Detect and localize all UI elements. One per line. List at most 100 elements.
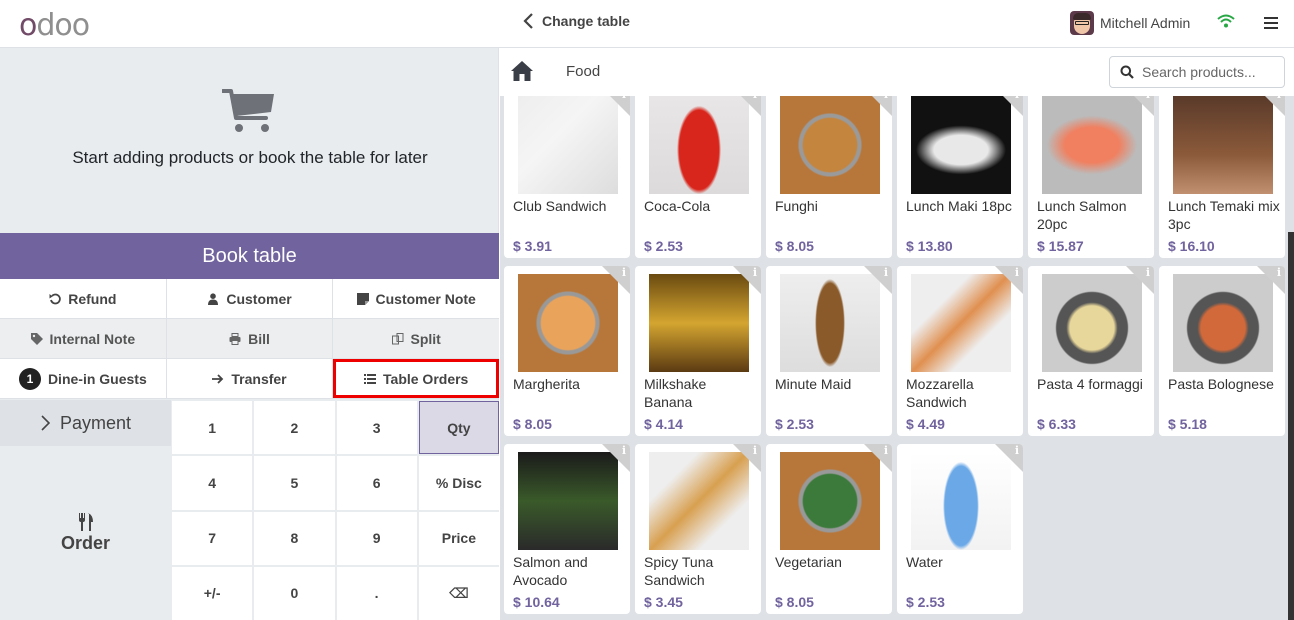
change-table-label: Change table — [542, 13, 630, 29]
hamburger-menu-icon[interactable] — [1264, 17, 1278, 29]
numpad-key-4[interactable]: 4 — [172, 456, 253, 510]
numpad-key-sign[interactable]: +/- — [172, 566, 253, 620]
product-name: Minute Maid — [775, 376, 852, 392]
numpad-key-8[interactable]: 8 — [254, 511, 335, 565]
numpad-key-1[interactable]: 1 — [172, 401, 253, 455]
info-glyph: i — [884, 96, 888, 101]
product-card[interactable]: i Mozzarella Sandwich $ 4.49 — [897, 266, 1023, 436]
user-menu[interactable]: Mitchell Admin — [1070, 11, 1190, 35]
internal-note-button[interactable]: Internal Note — [0, 319, 167, 358]
user-name: Mitchell Admin — [1100, 15, 1191, 31]
product-card[interactable]: i Lunch Temaki mix 3pc $ 16.10 — [1159, 96, 1285, 258]
info-glyph: i — [1014, 266, 1019, 279]
home-icon[interactable] — [510, 60, 534, 82]
product-price: $ 5.18 — [1168, 416, 1207, 432]
product-name: Margherita — [513, 376, 580, 392]
product-name: Coca-Cola — [644, 198, 711, 214]
product-name: Milkshake Banana — [644, 376, 707, 410]
product-price: $ 15.87 — [1037, 238, 1084, 254]
customer-button[interactable]: Customer — [166, 279, 334, 318]
cart-icon — [222, 89, 274, 132]
split-label: Split — [410, 330, 441, 347]
numpad-key-qty[interactable]: Qty — [418, 401, 499, 455]
product-name: Water — [906, 554, 943, 570]
customer-note-label: Customer Note — [375, 290, 476, 307]
info-glyph: i — [1276, 266, 1281, 279]
numpad-key-2[interactable]: 2 — [254, 401, 335, 455]
product-card[interactable]: i Funghi $ 8.05 — [766, 96, 892, 258]
payment-button[interactable]: Payment — [0, 400, 171, 446]
search-input[interactable] — [1142, 64, 1282, 80]
product-card[interactable]: i Pasta 4 formaggi $ 6.33 — [1028, 266, 1154, 436]
product-card[interactable]: i Salmon and Avocado $ 10.64 — [504, 444, 630, 614]
change-table-button[interactable]: Change table — [522, 12, 630, 30]
bill-button[interactable]: Bill — [166, 319, 334, 358]
product-price: $ 6.33 — [1037, 416, 1076, 432]
product-name: Club Sandwich — [513, 198, 607, 214]
product-card[interactable]: i Milkshake Banana $ 4.14 — [635, 266, 761, 436]
refund-icon — [49, 293, 61, 304]
numpad-key-7[interactable]: 7 — [172, 511, 253, 565]
dine-in-guests-button[interactable]: 1 Dine-in Guests — [0, 359, 167, 398]
product-card[interactable]: i Coca-Cola $ 2.53 — [635, 96, 761, 258]
product-card[interactable]: i Lunch Salmon 20pc $ 15.87 — [1028, 96, 1154, 258]
numpad-key-price[interactable]: Price — [418, 511, 499, 565]
info-glyph: i — [621, 266, 626, 279]
product-name: Funghi — [775, 198, 818, 214]
product-name: Lunch Salmon 20pc — [1037, 198, 1127, 232]
product-name: Lunch Maki 18pc — [906, 198, 1012, 214]
customer-label: Customer — [226, 290, 292, 307]
search-box[interactable] — [1109, 56, 1285, 88]
avatar — [1070, 11, 1094, 35]
product-card[interactable]: i Club Sandwich $ 3.91 — [504, 96, 630, 258]
product-price: $ 4.49 — [906, 416, 945, 432]
bill-label: Bill — [248, 330, 270, 347]
control-buttons: Refund Customer Customer Note Internal N… — [0, 279, 500, 399]
numpad-key-decimal[interactable]: . — [336, 566, 417, 620]
order-button[interactable]: Order — [0, 446, 171, 620]
product-card[interactable]: i Vegetarian $ 8.05 — [766, 444, 892, 614]
info-glyph: i — [753, 96, 757, 101]
table-orders-button[interactable]: Table Orders — [333, 359, 500, 398]
product-card[interactable]: i Water $ 2.53 — [897, 444, 1023, 614]
tag-icon — [30, 332, 43, 345]
info-glyph: i — [1015, 96, 1019, 101]
numpad-key-discount[interactable]: % Disc — [418, 456, 499, 510]
info-glyph: i — [1146, 96, 1150, 101]
product-card[interactable]: i Minute Maid $ 2.53 — [766, 266, 892, 436]
top-bar: odoo Change table Mitchell Admin — [0, 0, 1294, 48]
book-table-button[interactable]: Book table — [0, 233, 499, 279]
scrollbar[interactable] — [1288, 232, 1294, 620]
product-name: Salmon and Avocado — [513, 554, 588, 588]
numpad-key-9[interactable]: 9 — [336, 511, 417, 565]
numpad-key-5[interactable]: 5 — [254, 456, 335, 510]
split-button[interactable]: Split — [333, 319, 500, 358]
product-price: $ 2.53 — [775, 416, 814, 432]
cutlery-icon — [78, 512, 93, 531]
category-food[interactable]: Food — [566, 63, 600, 80]
product-card[interactable]: i Margherita $ 8.05 — [504, 266, 630, 436]
product-name: Pasta 4 formaggi — [1037, 376, 1143, 392]
product-card[interactable]: i Pasta Bolognese $ 5.18 — [1159, 266, 1285, 436]
table-orders-label: Table Orders — [383, 370, 469, 387]
transfer-button[interactable]: Transfer — [166, 359, 334, 398]
numpad-key-3[interactable]: 3 — [336, 401, 417, 455]
numpad-key-0[interactable]: 0 — [254, 566, 335, 620]
product-name: Vegetarian — [775, 554, 842, 570]
refund-button[interactable]: Refund — [0, 279, 167, 318]
internal-note-label: Internal Note — [49, 330, 136, 347]
product-card[interactable]: i Spicy Tuna Sandwich $ 3.45 — [635, 444, 761, 614]
product-price: $ 2.53 — [906, 594, 945, 610]
product-price: $ 13.80 — [906, 238, 953, 254]
customer-note-button[interactable]: Customer Note — [333, 279, 500, 318]
numpad-key-6[interactable]: 6 — [336, 456, 417, 510]
product-price: $ 3.45 — [644, 594, 683, 610]
numpad-key-backspace[interactable]: ⌫ — [418, 566, 499, 620]
transfer-label: Transfer — [231, 370, 287, 387]
product-card[interactable]: i Lunch Maki 18pc $ 13.80 — [897, 96, 1023, 258]
empty-cart: Start adding products or book the table … — [0, 48, 499, 233]
product-price: $ 10.64 — [513, 594, 560, 610]
chevron-right-icon — [41, 415, 50, 431]
list-icon — [364, 373, 377, 384]
payment-label: Payment — [59, 412, 132, 433]
